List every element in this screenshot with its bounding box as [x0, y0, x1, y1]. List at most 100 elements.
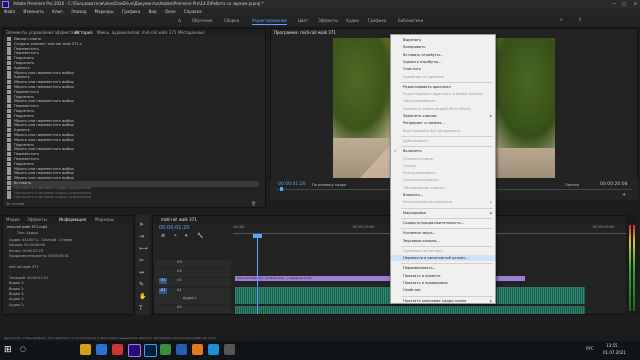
fit-dropdown[interactable]: По размеру кадра	[312, 183, 346, 187]
menu-graphics[interactable]: Графика	[122, 9, 140, 14]
menu-clip[interactable]: Клип	[52, 9, 63, 14]
tab-effect-controls[interactable]: Элементы управления эффектами	[6, 29, 79, 36]
tab-markers[interactable]: Маркеры	[95, 216, 114, 223]
context-menu-item[interactable]: Редактировать оригинал	[391, 84, 495, 90]
playhead-handle[interactable]	[253, 234, 262, 238]
minimize-button[interactable]: —	[612, 0, 616, 8]
context-menu-item[interactable]: Звуковые каналы...	[391, 238, 495, 244]
workspace-tab-editing[interactable]: Редактирование	[252, 18, 287, 25]
context-menu-item[interactable]: Показать в проводнике	[391, 280, 495, 286]
tab-metadata[interactable]: Метаданные	[178, 29, 205, 36]
workspace-tab-color[interactable]: Цвет	[298, 18, 308, 24]
context-menu-item[interactable]: ✓ Включить	[391, 148, 495, 154]
ripple-tool-icon[interactable]: ⟷	[139, 245, 148, 252]
context-menu-item[interactable]: Перевести в автономный режим...	[391, 255, 495, 262]
menu-sequence[interactable]: Эпизод	[71, 9, 86, 14]
linked-selection-icon[interactable]: ⚭	[173, 233, 177, 239]
track-v3-label[interactable]: V3	[177, 260, 182, 264]
menu-view[interactable]: Вид	[149, 9, 157, 14]
history-footer: 36 этапов	[6, 202, 25, 206]
workspace-tab-effects[interactable]: Эффекты	[318, 18, 338, 24]
tab-audio-clip-mixer[interactable]: Микш. аудиоклипов: mid-rail walk 371	[97, 29, 177, 36]
maximize-button[interactable]: □	[622, 0, 626, 8]
track-v2-label[interactable]: V2	[177, 269, 182, 273]
add-marker-icon[interactable]: ▾	[185, 233, 188, 239]
workspace-tab-assembly[interactable]: Сборка	[224, 18, 239, 24]
snap-icon[interactable]: ⋒	[161, 233, 165, 239]
tab-history[interactable]: История	[75, 29, 93, 36]
menu-window[interactable]: Окно	[165, 9, 176, 14]
workspace-tab-libraries[interactable]: Библиотеки	[398, 18, 423, 24]
context-menu-item[interactable]: Показать ключевые кадры клипа ▸	[391, 298, 495, 304]
menu-markers[interactable]: Маркеры	[95, 9, 114, 14]
trash-icon[interactable]: 🗑	[251, 201, 256, 206]
context-menu-item[interactable]: Очистить	[391, 66, 495, 72]
premiere-taskbar-icon[interactable]	[128, 344, 141, 357]
search-icon[interactable]: ⌕	[560, 17, 563, 23]
quality-dropdown[interactable]: Полное	[565, 183, 579, 187]
type-tool-icon[interactable]: T	[139, 305, 143, 312]
menu-help[interactable]: Справка	[184, 9, 202, 14]
workspace-tab-audio[interactable]: Аудио	[346, 18, 359, 24]
telegram-icon[interactable]	[208, 344, 219, 355]
context-menu-item[interactable]: Рендеринг и замена...	[391, 120, 495, 126]
context-menu-item[interactable]: Свойства	[391, 287, 495, 293]
source-patch-v1[interactable]: V1	[159, 278, 167, 284]
file-explorer-icon[interactable]	[80, 344, 91, 355]
track-a1-label[interactable]: A1	[177, 288, 182, 292]
photoshop-icon[interactable]	[144, 344, 157, 357]
context-menu-item[interactable]: Вложить...	[391, 192, 495, 198]
language-indicator[interactable]: РУС	[586, 346, 594, 351]
context-menu-item[interactable]: Маркировка ▸	[391, 210, 495, 216]
selection-tool-icon[interactable]: ➤	[139, 221, 144, 228]
slip-tool-icon[interactable]: ↔	[139, 269, 144, 276]
hand-tool-icon[interactable]: ✋	[139, 293, 146, 300]
context-menu-item[interactable]: Показать в проекте	[391, 273, 495, 279]
edge-browser-icon[interactable]	[96, 344, 107, 355]
clock-time[interactable]: 13:55	[606, 343, 618, 348]
history-item[interactable]: Настроить ключевые кадры аудиоклипа	[7, 195, 259, 201]
context-menu-item[interactable]: Заменить клипом ▸	[391, 113, 495, 119]
context-menu-item[interactable]: Усиление звука...	[391, 230, 495, 236]
settings-icon[interactable]	[224, 344, 235, 355]
timeline-tab[interactable]: midi-rail walk 371	[161, 216, 197, 223]
track-select-tool-icon[interactable]: ⇥	[139, 233, 144, 240]
timeline-playhead[interactable]	[257, 234, 258, 314]
razor-tool-icon[interactable]: ✂	[139, 257, 144, 264]
home-icon[interactable]: ⌂	[178, 18, 181, 24]
timeline-timecode[interactable]: 00:00:01:20	[159, 225, 190, 231]
workspace-tab-learning[interactable]: Обучение	[192, 18, 212, 24]
context-menu-item[interactable]: Копировать	[391, 44, 495, 50]
tab-effects[interactable]: Эффекты	[27, 216, 47, 223]
program-monitor-tab[interactable]: Программа: midi-rail walk 371	[274, 29, 336, 36]
share-icon[interactable]: ⇪	[578, 17, 582, 23]
word-icon[interactable]	[176, 344, 187, 355]
monitor-playhead[interactable]	[280, 187, 283, 191]
pen-tool-icon[interactable]: ✎	[139, 281, 144, 288]
context-menu-item[interactable]: Вставить атрибуты...	[391, 52, 495, 58]
track-a2-label[interactable]: A2	[177, 305, 182, 309]
windows-start-icon[interactable]: ⊞	[4, 344, 12, 356]
excel-icon[interactable]	[160, 344, 171, 355]
menu-edit[interactable]: Изменить	[23, 9, 44, 14]
close-button[interactable]: ✕	[634, 0, 637, 8]
track-v1-label[interactable]: V1	[177, 278, 182, 282]
source-patch-a1[interactable]: A1	[159, 288, 167, 294]
context-menu-item[interactable]: Вырезать	[391, 37, 495, 43]
tab-info[interactable]: Информация	[59, 216, 86, 223]
audio-clip-a2[interactable]	[235, 306, 585, 314]
tab-media[interactable]: Медиа	[6, 216, 20, 223]
context-menu-item[interactable]: Удалить атрибуты...	[391, 59, 495, 65]
history-item-label: Создать элемент mid-rail walk 371.c	[14, 41, 82, 46]
menu-file[interactable]: Файл	[4, 9, 15, 14]
context-menu-item[interactable]: Переименовать...	[391, 265, 495, 271]
opera-icon[interactable]	[112, 344, 123, 355]
add-button-icon[interactable]: +	[622, 192, 626, 198]
context-menu-item[interactable]: Скорость/продолжительность...	[391, 220, 495, 226]
vlc-icon[interactable]	[192, 344, 203, 355]
search-taskbar-icon[interactable]: ○	[20, 345, 26, 353]
workspace-tab-graphics[interactable]: Графика	[368, 18, 386, 24]
history-item-label: Убрать или переместить выбор	[14, 80, 74, 85]
clock-date[interactable]: 01.07.2021	[603, 350, 626, 355]
wrench-icon[interactable]: 🔧	[197, 233, 203, 239]
